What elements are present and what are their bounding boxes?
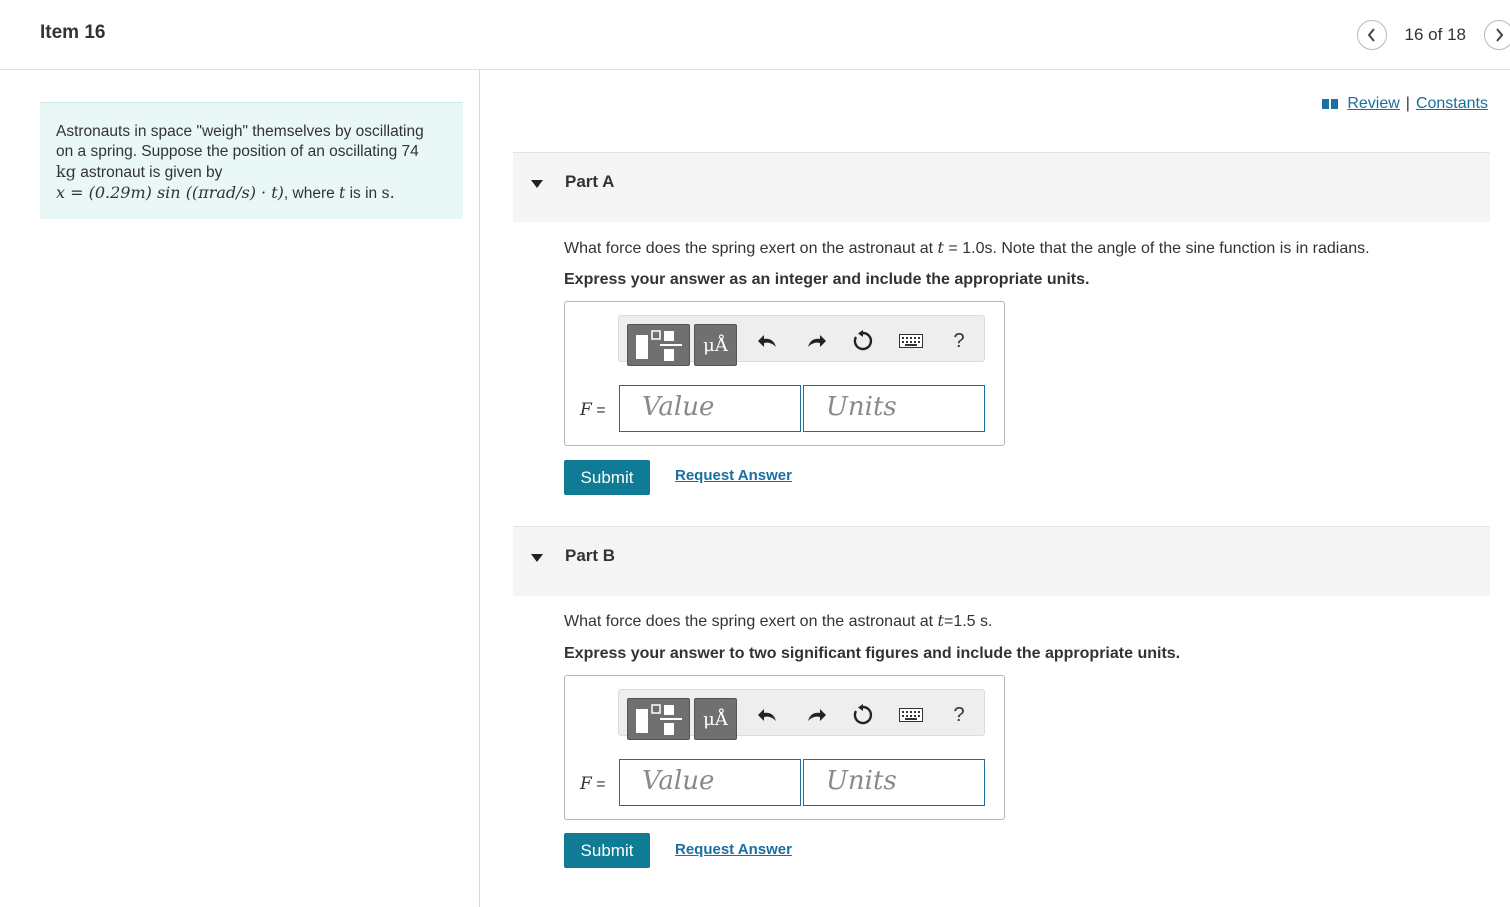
redo-icon[interactable] [804, 704, 828, 726]
intro-line-4: x = (0.29m) sin ((πrad/s) · t), where t … [56, 183, 395, 202]
intro-line-1: Astronauts in space "weigh" themselves b… [56, 123, 424, 140]
item-title: Item 16 [40, 22, 106, 43]
submit-button[interactable]: Submit [564, 833, 650, 868]
force-label: F = [580, 774, 606, 794]
review-constants-links: Review | Constants [1322, 95, 1488, 113]
next-item-button[interactable] [1484, 20, 1510, 50]
templates-icon [636, 704, 682, 735]
templates-button[interactable] [627, 698, 690, 740]
reset-icon[interactable] [851, 330, 875, 352]
item-header: Item 16 16 of 18 [0, 0, 1510, 70]
units-input[interactable]: Units [803, 759, 985, 806]
help-button[interactable]: ? [947, 330, 971, 352]
templates-icon [636, 330, 682, 361]
review-link[interactable]: Review [1347, 95, 1399, 113]
part-a-title: Part A [565, 172, 615, 191]
position-equation: x = (0.29m) sin ((πrad/s) · t) [56, 183, 284, 202]
templates-button[interactable] [627, 324, 690, 366]
part-b-instruction: Express your answer to two significant f… [564, 645, 1181, 662]
part-b-question: What force does the spring exert on the … [564, 611, 993, 630]
part-b-header[interactable]: Part B [513, 526, 1490, 596]
force-label: F = [580, 400, 606, 420]
keyboard-icon[interactable] [898, 330, 924, 352]
keyboard-icon[interactable] [898, 704, 924, 726]
column-divider [479, 70, 480, 907]
link-separator: | [1405, 95, 1410, 112]
units-button[interactable]: μÅ [694, 324, 737, 366]
mass-unit: kg [56, 162, 76, 181]
units-button[interactable]: μÅ [694, 698, 737, 740]
book-icon [1322, 99, 1339, 109]
part-a-header[interactable]: Part A [513, 152, 1490, 222]
undo-icon[interactable] [756, 330, 780, 352]
item-navigation: 16 of 18 [1356, 19, 1510, 51]
intro-line-2: on a spring. Suppose the position of an … [56, 143, 419, 160]
chevron-right-icon [1496, 28, 1504, 42]
units-input[interactable]: Units [803, 385, 985, 432]
collapse-triangle-icon[interactable] [531, 554, 543, 562]
part-a-answer-box: μÅ ? F = Value Units [564, 301, 1005, 446]
part-b-answer-box: μÅ ? F = Value Units [564, 675, 1005, 820]
value-input[interactable]: Value [619, 759, 801, 806]
reset-icon[interactable] [851, 704, 875, 726]
help-button[interactable]: ? [947, 704, 971, 726]
request-answer-link[interactable]: Request Answer [675, 467, 792, 484]
submit-button[interactable]: Submit [564, 460, 650, 495]
chevron-left-icon [1367, 28, 1375, 42]
part-a-question: What force does the spring exert on the … [564, 238, 1370, 257]
previous-item-button[interactable] [1356, 20, 1387, 50]
undo-icon[interactable] [756, 704, 780, 726]
collapse-triangle-icon[interactable] [531, 180, 543, 188]
request-answer-link[interactable]: Request Answer [675, 841, 792, 858]
part-b-title: Part B [565, 546, 616, 565]
redo-icon[interactable] [804, 330, 828, 352]
constants-link[interactable]: Constants [1416, 95, 1488, 113]
value-input[interactable]: Value [619, 385, 801, 432]
math-toolbar: μÅ ? [618, 689, 985, 740]
part-a-instruction: Express your answer as an integer and in… [564, 271, 1090, 288]
math-toolbar: μÅ ? [618, 315, 985, 366]
item-position: 16 of 18 [1404, 25, 1466, 44]
problem-intro: Astronauts in space "weigh" themselves b… [40, 102, 463, 219]
intro-line-3: kg astronaut is given by [56, 162, 223, 181]
